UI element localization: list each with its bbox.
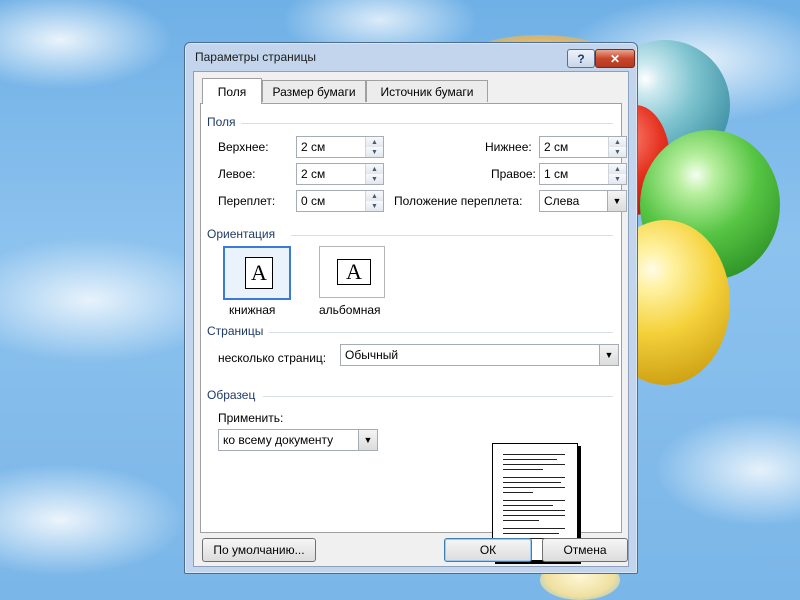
spinner-arrows: ▲ ▼ xyxy=(608,164,626,184)
preview-text-line xyxy=(503,515,565,516)
bottom-margin-spinner[interactable]: 2 см ▲ ▼ xyxy=(539,136,627,158)
spin-down-icon[interactable]: ▼ xyxy=(366,174,383,184)
help-button[interactable]: ? xyxy=(567,49,595,68)
apply-to-value: ко всему документу xyxy=(223,433,334,447)
chevron-down-icon[interactable]: ▼ xyxy=(358,430,377,450)
left-margin-value: 2 см xyxy=(301,167,326,181)
gutter-position-select[interactable]: Слева ▼ xyxy=(539,190,627,212)
tab-margins[interactable]: Поля xyxy=(202,78,262,104)
apply-to-label: Применить: xyxy=(218,411,284,425)
portrait-label: книжная xyxy=(229,303,276,317)
margins-divider xyxy=(241,123,613,124)
right-margin-label: Правое: xyxy=(491,167,536,181)
preview-text-line xyxy=(503,482,561,483)
spinner-arrows: ▲ ▼ xyxy=(365,164,383,184)
landscape-label: альбомная xyxy=(319,303,381,317)
orientation-group-label: Ориентация xyxy=(207,227,276,241)
sample-divider xyxy=(263,396,613,397)
spin-up-icon[interactable]: ▲ xyxy=(366,164,383,174)
preview-text-line xyxy=(503,533,559,534)
gutter-label: Переплет: xyxy=(218,194,276,208)
preview-text-line xyxy=(503,528,565,529)
cancel-button[interactable]: Отмена xyxy=(542,538,628,562)
set-default-button[interactable]: По умолчанию... xyxy=(202,538,316,562)
spinner-arrows: ▲ ▼ xyxy=(365,191,383,211)
multiple-pages-label: несколько страниц: xyxy=(218,351,327,365)
preview-text-line xyxy=(503,505,553,506)
gutter-position-label: Положение переплета: xyxy=(394,194,523,208)
preview-text-line xyxy=(503,487,565,488)
page-setup-dialog: Параметры страницы ? ✕ Поля Размер бумаг… xyxy=(184,42,638,574)
gutter-position-value: Слева xyxy=(544,194,580,208)
portrait-page-icon: A xyxy=(245,257,273,289)
multiple-pages-value: Обычный xyxy=(345,348,399,362)
spin-up-icon[interactable]: ▲ xyxy=(366,191,383,201)
top-margin-label: Верхнее: xyxy=(218,140,269,154)
preview-text-line xyxy=(503,464,565,465)
multiple-pages-select[interactable]: Обычный ▼ xyxy=(340,344,619,366)
sample-group-label: Образец xyxy=(207,388,256,402)
landscape-page-icon: A xyxy=(337,259,371,285)
left-margin-spinner[interactable]: 2 см ▲ ▼ xyxy=(296,163,384,185)
left-margin-label: Левое: xyxy=(218,167,256,181)
spin-up-icon[interactable]: ▲ xyxy=(609,137,626,147)
spinner-arrows: ▲ ▼ xyxy=(365,137,383,157)
chevron-down-icon[interactable]: ▼ xyxy=(599,345,618,365)
right-margin-value: 1 см xyxy=(544,167,569,181)
pages-divider xyxy=(269,332,613,333)
margins-group-label: Поля xyxy=(207,115,236,129)
pages-group-label: Страницы xyxy=(207,324,264,338)
gutter-value: 0 см xyxy=(301,194,326,208)
spinner-arrows: ▲ ▼ xyxy=(608,137,626,157)
spin-down-icon[interactable]: ▼ xyxy=(609,174,626,184)
preview-text-line xyxy=(503,459,557,460)
bottom-margin-label: Нижнее: xyxy=(485,140,532,154)
preview-text-line xyxy=(503,492,533,493)
spin-down-icon[interactable]: ▼ xyxy=(609,147,626,157)
right-margin-spinner[interactable]: 1 см ▲ ▼ xyxy=(539,163,627,185)
title-bar[interactable]: Параметры страницы ? ✕ xyxy=(185,43,637,71)
chevron-down-icon[interactable]: ▼ xyxy=(607,191,626,211)
spin-down-icon[interactable]: ▼ xyxy=(366,147,383,157)
preview-text-line xyxy=(503,520,539,521)
tab-paper-source[interactable]: Источник бумаги xyxy=(366,80,488,102)
preview-text-line xyxy=(503,469,543,470)
gutter-spinner[interactable]: 0 см ▲ ▼ xyxy=(296,190,384,212)
landscape-option[interactable]: A xyxy=(319,246,385,298)
bottom-margin-value: 2 см xyxy=(544,140,569,154)
spin-down-icon[interactable]: ▼ xyxy=(366,201,383,211)
dialog-title: Параметры страницы xyxy=(195,50,316,64)
preview-text-line xyxy=(503,454,565,455)
top-margin-value: 2 см xyxy=(301,140,326,154)
portrait-option[interactable]: A xyxy=(223,246,291,300)
dialog-body: Поля Размер бумаги Источник бумаги Поля … xyxy=(193,71,629,567)
close-button[interactable]: ✕ xyxy=(595,49,635,68)
preview-text-line xyxy=(503,510,565,511)
apply-to-select[interactable]: ко всему документу ▼ xyxy=(218,429,378,451)
ok-button[interactable]: ОК xyxy=(444,538,532,562)
top-margin-spinner[interactable]: 2 см ▲ ▼ xyxy=(296,136,384,158)
tab-paper-size[interactable]: Размер бумаги xyxy=(262,80,366,102)
spin-up-icon[interactable]: ▲ xyxy=(366,137,383,147)
preview-text-line xyxy=(503,477,565,478)
preview-text-line xyxy=(503,500,565,501)
orientation-divider xyxy=(291,235,613,236)
spin-up-icon[interactable]: ▲ xyxy=(609,164,626,174)
